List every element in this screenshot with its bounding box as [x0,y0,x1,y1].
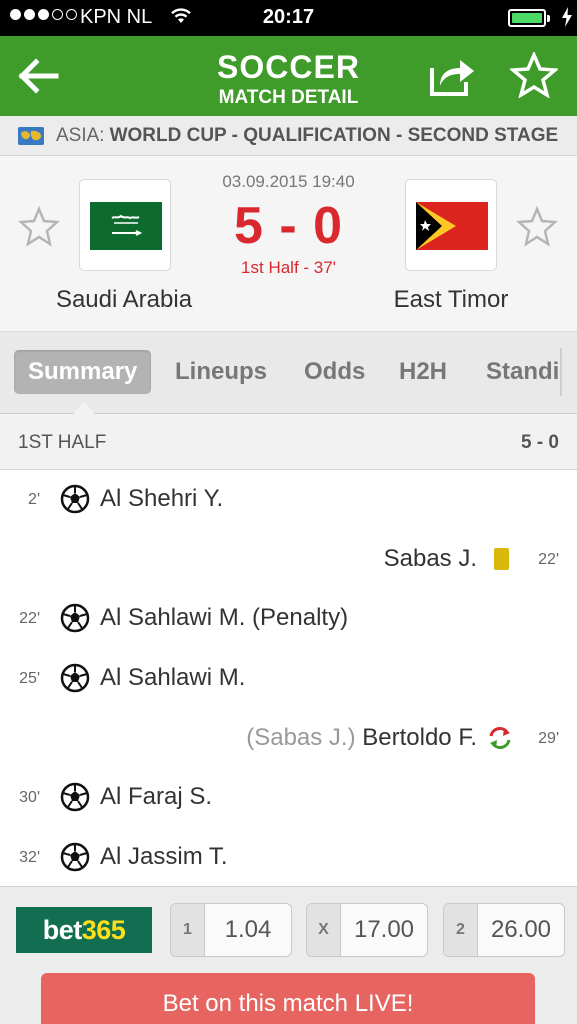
event-row-goal: 32' Al Jassim T. [0,828,577,888]
event-minute: 29' [538,729,559,747]
substitution-icon [489,726,511,749]
bookmaker-name-highlight: 365 [81,915,126,945]
odds-key: 1 [171,904,205,956]
odds-key: 2 [444,904,478,956]
soccer-ball-icon [60,842,90,872]
event-row-substitution: (Sabas J.) Bertoldo F. 29' [0,709,577,769]
odds-value: 17.00 [353,916,415,943]
event-player: (Sabas J.) Bertoldo F. [246,724,477,752]
tab-lineups[interactable]: Lineups [175,350,267,394]
active-tab-indicator [73,402,95,414]
event-row-yellow-card: Sabas J. 22' [0,530,577,590]
event-minute: 32' [19,849,40,867]
odds-value: 26.00 [490,916,552,943]
event-minute: 22' [538,550,559,568]
substituted-player-out[interactable]: (Sabas J.) [246,724,355,751]
event-player[interactable]: Al Jassim T. [100,843,228,871]
period-score: 5 - 0 [520,432,559,453]
odds-bar: bet365 1 1.04 X 17.00 2 26.00 Bet on thi… [0,886,577,1024]
competition-bar[interactable]: ASIA: WORLD CUP - QUALIFICATION - SECOND… [0,116,577,156]
asia-flag-icon [18,126,44,145]
tab-scroll-edge [560,348,562,396]
charging-icon [562,7,572,27]
event-player[interactable]: Al Faraj S. [100,783,212,811]
bet365-logo[interactable]: bet365 [16,907,152,953]
event-player[interactable]: Al Sahlawi M. [100,664,245,692]
favorite-star-icon[interactable] [510,52,558,98]
tab-h2h[interactable]: H2H [399,350,447,394]
event-minute: 22' [19,610,40,628]
event-row-goal: 30' Al Faraj S. [0,768,577,828]
event-row-goal: 22' Al Sahlawi M. (Penalty) [0,589,577,649]
event-row-goal: 25' Al Sahlawi M. [0,649,577,709]
tab-bar: Summary Lineups Odds H2H Standi [0,332,577,414]
soccer-ball-icon [60,604,90,633]
match-detail-screen: KPN NL 20:17 SOCCER MATCH DETAIL ASIA: W… [0,0,577,1024]
battery-icon [508,9,550,27]
bookmaker-name: bet [42,915,83,945]
competition-league: WORLD CUP - QUALIFICATION - SECOND STAGE [109,124,559,146]
event-minute: 2' [28,491,40,508]
clock: 20:17 [262,6,315,28]
soccer-ball-icon [60,484,90,514]
header-title: SOCCER [217,49,360,85]
event-list: 2' Al Shehri Y. Sabas J. 22' 22' Al Sahl… [0,470,577,888]
soccer-ball-icon [60,663,90,693]
event-minute: 25' [19,670,40,688]
event-row-goal: 2' Al Shehri Y. [0,470,577,530]
tab-standings[interactable]: Standi [486,350,560,394]
event-player[interactable]: Al Shehri Y. [100,485,223,513]
tab-summary[interactable]: Summary [14,350,152,394]
home-team-name[interactable]: Saudi Arabia [24,286,224,314]
event-player[interactable]: Sabas J. [384,545,477,573]
status-bar: KPN NL 20:17 [0,0,577,36]
odds-draw-button[interactable]: X 17.00 [306,903,428,957]
substituted-player-in[interactable]: Bertoldo F. [362,724,477,751]
header-subtitle: MATCH DETAIL [218,87,359,108]
period-section-header: 1ST HALF 5 - 0 [0,414,577,470]
event-player[interactable]: Al Sahlawi M. (Penalty) [100,604,348,632]
odds-away-button[interactable]: 2 26.00 [443,903,565,957]
soccer-ball-icon [60,783,90,812]
yellow-card-icon [494,547,509,570]
odds-key: X [307,904,341,956]
competition-country: ASIA: [56,124,105,146]
away-team-name[interactable]: East Timor [351,286,551,314]
east-timor-flag-icon [416,202,488,250]
away-favorite-star-icon[interactable] [516,206,558,248]
match-header: 03.09.2015 19:40 5 - 0 1st Half - 37' Sa… [0,156,577,332]
event-minute: 30' [19,789,40,807]
period-label: 1ST HALF [18,432,107,453]
tab-odds[interactable]: Odds [304,350,365,394]
odds-value: 1.04 [224,916,272,943]
share-icon[interactable] [428,54,476,98]
away-team-logo[interactable] [405,179,497,271]
app-header: SOCCER MATCH DETAIL [0,36,577,116]
odds-home-button[interactable]: 1 1.04 [170,903,292,957]
bet-live-button[interactable]: Bet on this match LIVE! [41,973,535,1024]
